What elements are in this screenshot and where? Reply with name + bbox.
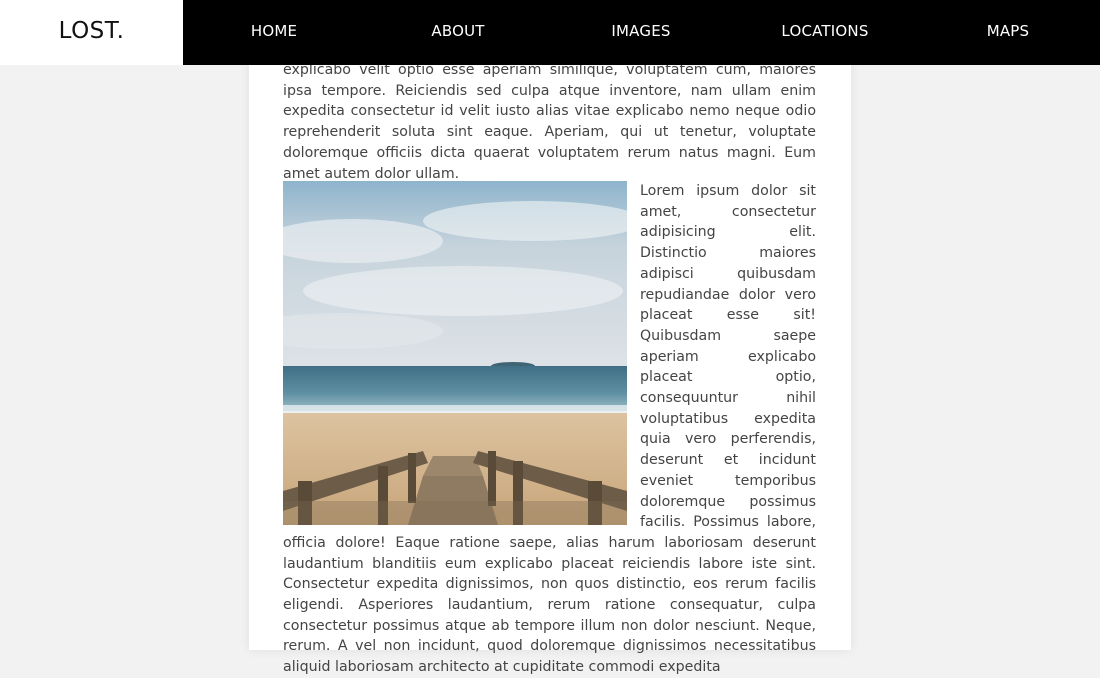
nav-maps[interactable]: MAPS <box>948 0 1068 65</box>
nav-images[interactable]: IMAGES <box>581 0 701 65</box>
article-paragraph-2-block: Lorem ipsum dolor sit amet, consectetur … <box>283 181 816 678</box>
logo-box[interactable]: LOST. <box>0 0 183 65</box>
article-container: explicabo velit optio esse aperiam simil… <box>249 0 851 675</box>
nav-home[interactable]: HOME <box>214 0 334 65</box>
nav-about[interactable]: ABOUT <box>398 0 518 65</box>
site-logo[interactable]: LOST. <box>59 18 125 44</box>
beach-boardwalk-photo <box>283 181 627 525</box>
nav-locations[interactable]: LOCATIONS <box>765 0 885 65</box>
article-paragraph-1: explicabo velit optio esse aperiam simil… <box>283 62 816 182</box>
site-header: LOST. HOME ABOUT IMAGES LOCATIONS MAPS <box>0 0 1100 65</box>
